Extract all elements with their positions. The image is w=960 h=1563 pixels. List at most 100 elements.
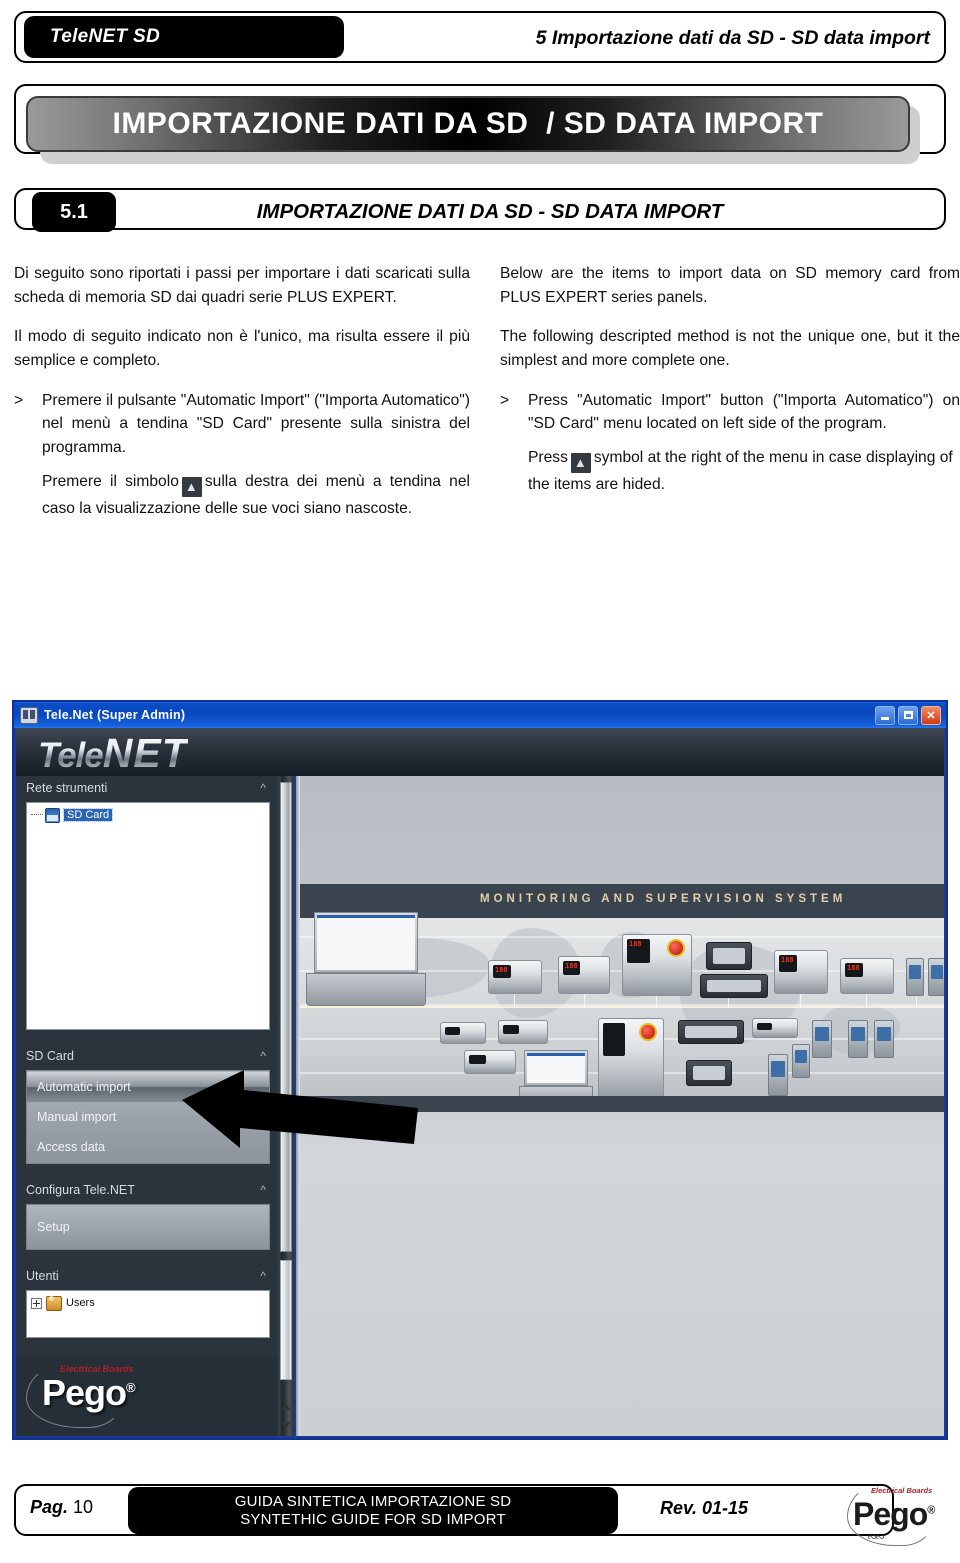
sidebar-group-header-sd-card[interactable]: SD Card ^ xyxy=(16,1044,278,1068)
brand-registered-mark: ® xyxy=(927,1504,935,1517)
expand-plus-icon[interactable] xyxy=(31,1297,42,1309)
probe-device xyxy=(874,1020,894,1058)
controller-device: 188 xyxy=(774,950,828,994)
sidebar-group-label: Utenti xyxy=(26,1269,59,1283)
minimize-button[interactable] xyxy=(875,705,895,725)
close-button[interactable]: ✕ xyxy=(921,705,941,725)
it-sub-note: Premere il simbolo ▲ sulla destra dei men… xyxy=(42,470,470,521)
chapter-title: 5 Importazione dati da SD - SD data impo… xyxy=(535,26,930,49)
probe-device xyxy=(768,1054,788,1096)
connection-wire xyxy=(916,996,917,1008)
telenet-logo-prefix: Tele xyxy=(38,736,103,775)
scrollbar-thumb[interactable] xyxy=(280,782,292,1252)
scroll-down-arrow-icon[interactable] xyxy=(281,1422,291,1428)
it-bullet-marker: > xyxy=(14,391,24,409)
panel-device: 188 xyxy=(622,934,692,996)
en-bullet-text: Press "Automatic Import" button ("Import… xyxy=(528,391,960,433)
sidebar-group-label: Rete strumenti xyxy=(26,781,108,795)
en-bullet-1: > Press "Automatic Import" button ("Impo… xyxy=(500,389,960,436)
display-module xyxy=(686,1060,732,1086)
connection-wire xyxy=(866,994,867,1008)
controller-display: 188 xyxy=(493,965,511,978)
sidebar-item-setup[interactable]: Setup xyxy=(26,1204,270,1250)
brand-name-text: Pego xyxy=(853,1496,928,1532)
controller-device xyxy=(464,1050,516,1074)
hero-caption: MONITORING AND SUPERVISION SYSTEM xyxy=(480,893,847,905)
section-title: IMPORTAZIONE DATI DA SD - SD DATA IMPORT xyxy=(256,200,724,223)
probe-device xyxy=(848,1020,868,1058)
controller-device: 188 xyxy=(558,956,610,994)
banner-label: IMPORTAZIONE DATI DA SD / SD DATA IMPORT xyxy=(112,107,824,140)
connection-wire xyxy=(584,994,585,1008)
display-module xyxy=(700,974,768,998)
revision-label: Rev. 01-15 xyxy=(660,1498,749,1518)
chevron-up-icon[interactable]: ^ xyxy=(260,1183,266,1197)
scrollbar-track-lower[interactable] xyxy=(280,1260,292,1380)
chevron-up-icon[interactable]: ^ xyxy=(260,1049,266,1063)
controller-display xyxy=(503,1025,520,1034)
brand-roots-icon: ∾∾ xyxy=(867,1530,885,1544)
probe-device xyxy=(812,1020,832,1058)
application-screenshot: Tele.Net (Super Admin) ✕ TeleNET Rete st… xyxy=(12,700,948,1440)
chevron-up-icon[interactable]: ^ xyxy=(260,781,266,795)
users-tree[interactable]: Users xyxy=(26,1290,270,1338)
probe-device xyxy=(906,958,924,996)
brand-registered-mark: ® xyxy=(126,1380,136,1395)
sidebar-group-label: SD Card xyxy=(26,1049,74,1063)
controller-device xyxy=(498,1020,548,1044)
controller-display xyxy=(757,1023,772,1031)
sidebar-item-label: Access data xyxy=(37,1140,106,1154)
tree-item-sd-card[interactable]: SD Card xyxy=(31,807,269,823)
connection-wire xyxy=(728,998,729,1008)
emergency-switch-icon xyxy=(667,939,685,957)
module-lcd xyxy=(707,980,761,992)
sidebar-item-label: Setup xyxy=(37,1220,70,1234)
close-icon: ✕ xyxy=(926,709,936,722)
panel-display: 188 xyxy=(627,939,651,963)
section-number-badge: 5.1 xyxy=(32,192,116,232)
device-tree[interactable]: SD Card xyxy=(26,802,270,1030)
app-logo-strip: TeleNET xyxy=(16,728,944,776)
footer-title-badge: GUIDA SINTETICA IMPORTAZIONE SD SYNTETHI… xyxy=(128,1487,618,1534)
en-bullet-marker: > xyxy=(500,391,510,409)
tree-item-label: Users xyxy=(66,1297,95,1309)
connection-wire xyxy=(800,994,801,1008)
laptop-device xyxy=(305,912,427,1010)
it-bullet-1: > Premere il pulsante "Automatic Import"… xyxy=(14,389,470,460)
display-module xyxy=(706,942,752,970)
brand-name: Pego® xyxy=(853,1496,935,1533)
footer-title-it: GUIDA SINTETICA IMPORTAZIONE SD xyxy=(234,1492,512,1510)
controller-display xyxy=(445,1027,460,1035)
display-module xyxy=(678,1020,744,1044)
tree-item-label: SD Card xyxy=(62,808,114,822)
it-sub-before: Premere il simbolo xyxy=(42,472,179,490)
sidebar-group-header-utenti[interactable]: Utenti ^ xyxy=(16,1264,278,1288)
sidebar-item-label: Manual import xyxy=(37,1110,117,1124)
controller-display: 188 xyxy=(563,961,580,976)
module-lcd xyxy=(713,948,745,964)
en-sub-after: symbol at the right of the menu in case … xyxy=(528,449,953,494)
chevron-up-icon: ▲ xyxy=(570,453,591,474)
sidebar-group-header-rete-strumenti[interactable]: Rete strumenti ^ xyxy=(16,776,278,800)
sidebar-group-header-configura[interactable]: Configura Tele.NET ^ xyxy=(16,1178,278,1202)
minimize-icon xyxy=(881,716,889,720)
maximize-button[interactable] xyxy=(898,705,918,725)
chevron-up-icon[interactable]: ^ xyxy=(260,1269,266,1283)
en-paragraph-2: The following descripted method is not t… xyxy=(500,328,960,370)
tree-item-users[interactable]: Users xyxy=(31,1295,269,1311)
probe-device xyxy=(928,958,944,996)
controller-device: 188 xyxy=(840,958,894,994)
brand-name-text: Pego xyxy=(42,1372,127,1413)
telenet-logo-suffix: NET xyxy=(102,730,188,776)
scroll-up-arrow-icon[interactable] xyxy=(281,1404,291,1410)
brand-tagline: Electrical Boards xyxy=(871,1486,933,1495)
it-paragraph-1: Di seguito sono riportati i passi per im… xyxy=(14,265,470,306)
controller-display: 188 xyxy=(845,963,863,977)
en-sub-note: Press ▲ symbol at the right of the menu i… xyxy=(528,446,960,497)
product-tag-label: TeleNET SD xyxy=(50,26,160,47)
panel-device xyxy=(598,1018,664,1102)
brand-name: Pego® xyxy=(42,1372,136,1414)
